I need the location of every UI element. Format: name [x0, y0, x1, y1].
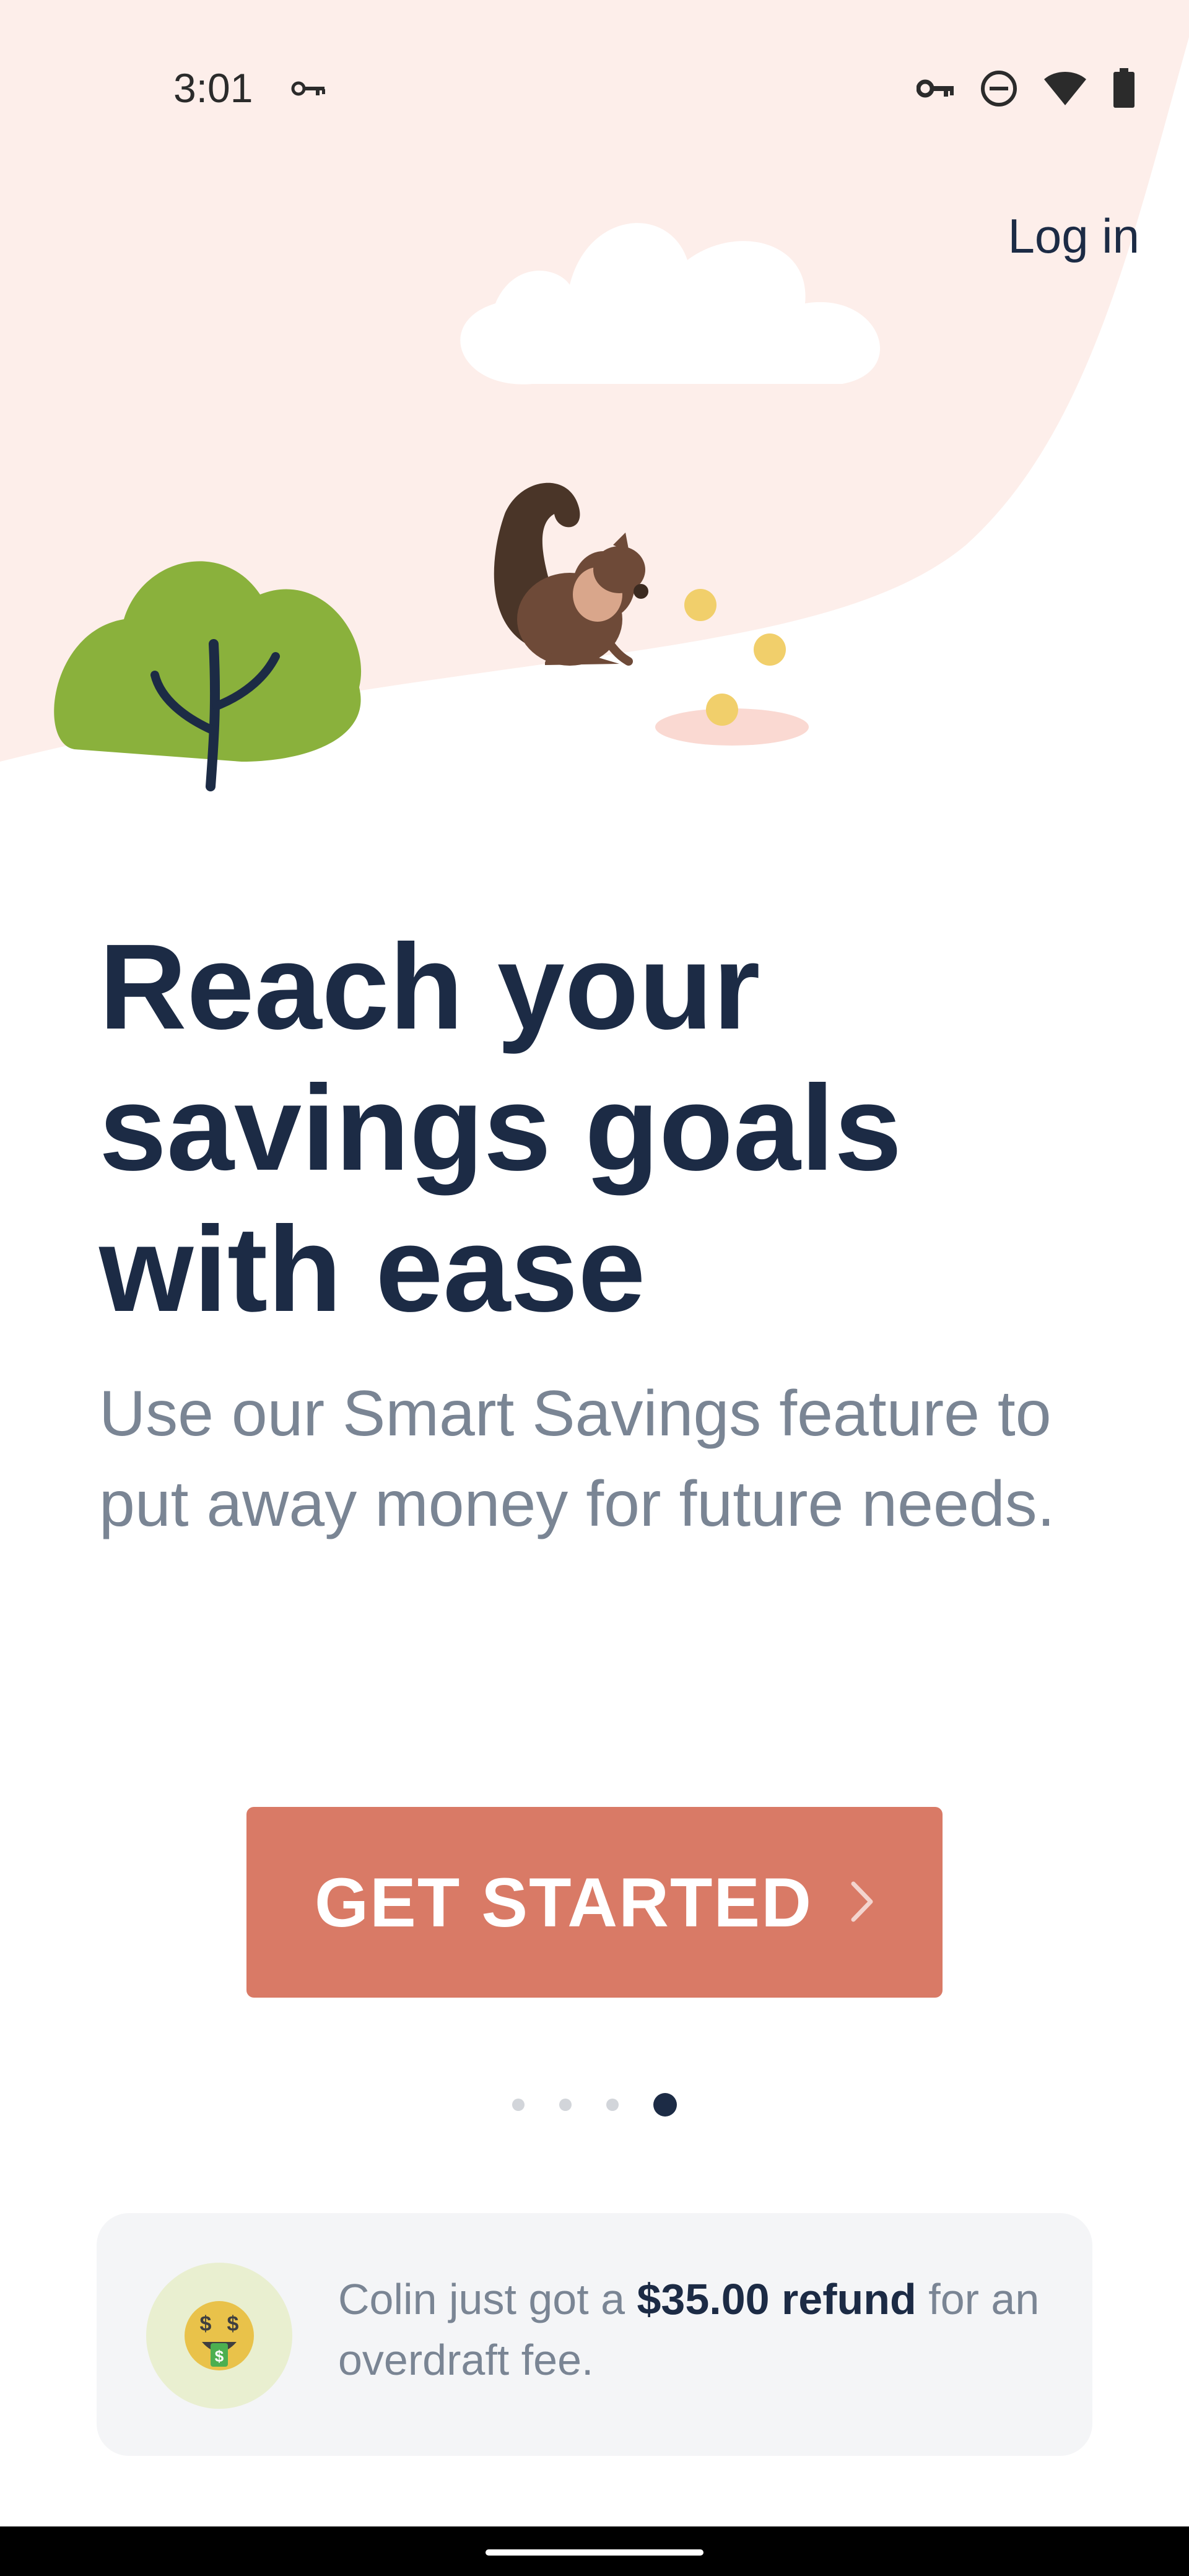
- pager-dot[interactable]: [512, 2099, 525, 2111]
- toast-avatar: $ $ $: [146, 2263, 292, 2409]
- money-face-emoji-icon: $ $ $: [185, 2301, 254, 2370]
- svg-text:$: $: [227, 2312, 239, 2336]
- squirrel-illustration: [494, 482, 648, 666]
- toast-message: Colin just got a $35.00 refund for an ov…: [338, 2269, 1050, 2390]
- coins-illustration: [684, 589, 786, 726]
- hero-illustration: [54, 223, 881, 791]
- chevron-right-icon: [850, 1867, 874, 1938]
- svg-text:$: $: [215, 2347, 224, 2365]
- pager-dot-active[interactable]: [653, 2093, 677, 2117]
- tree-illustration: [54, 561, 362, 791]
- toast-text-before: Colin just got a: [338, 2275, 637, 2323]
- pager-dots: [0, 2093, 1189, 2117]
- pager-dot[interactable]: [559, 2099, 572, 2111]
- svg-text:$: $: [200, 2312, 212, 2336]
- toast-text-bold: $35.00 refund: [637, 2275, 917, 2323]
- pager-dot[interactable]: [606, 2099, 619, 2111]
- home-gesture-pill[interactable]: [486, 2549, 703, 2556]
- activity-toast: $ $ $ Colin just got a $35.00 refund for…: [97, 2213, 1092, 2456]
- headline-line: Reach your: [99, 919, 760, 1055]
- headline-line: savings goals: [99, 1060, 902, 1196]
- cloud-illustration: [460, 223, 881, 385]
- get-started-button[interactable]: GET STARTED: [246, 1807, 943, 1998]
- get-started-label: GET STARTED: [315, 1863, 812, 1941]
- page-subtext: Use our Smart Savings feature to put awa…: [99, 1378, 1055, 1540]
- page-headline: Reach your savings goals with ease: [99, 916, 1121, 1340]
- headline-line: with ease: [99, 1201, 646, 1337]
